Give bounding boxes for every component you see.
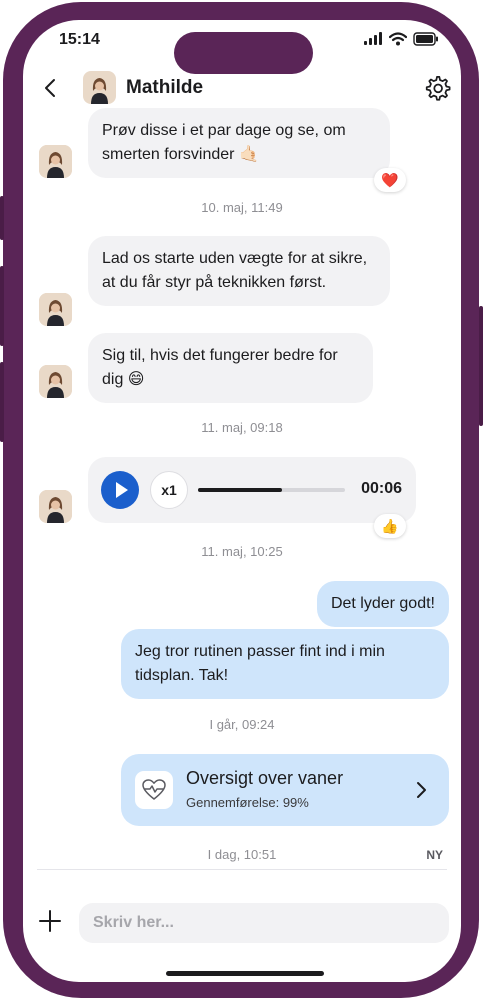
- gear-icon[interactable]: [423, 74, 451, 102]
- thumbs-up-reaction[interactable]: 👍: [374, 514, 406, 538]
- contact-name[interactable]: Mathilde: [126, 77, 203, 99]
- battery-icon: [413, 32, 438, 46]
- voice-message: x1 00:06: [88, 457, 416, 523]
- avatar: [39, 145, 72, 178]
- signal-icon: [364, 32, 382, 45]
- outgoing-message[interactable]: Det lyder godt!: [316, 581, 449, 627]
- habit-card-title: Oversigt over vaner: [186, 768, 344, 788]
- phone-screen: 15:14 Mathilde Prøv disse i et par dage …: [23, 20, 461, 982]
- incoming-message[interactable]: Sig til, hvis det fungerer bedre for dig…: [88, 333, 373, 403]
- side-button: [0, 196, 4, 240]
- voice-duration: 00:06: [361, 480, 402, 497]
- play-icon: [116, 482, 128, 498]
- chevron-right-icon: [417, 782, 426, 798]
- play-button[interactable]: [101, 471, 139, 509]
- timestamp: I går, 09:24: [209, 717, 275, 732]
- heart-pulse-icon: [135, 771, 173, 809]
- plus-icon[interactable]: [37, 908, 63, 934]
- playback-speed-button[interactable]: x1: [150, 471, 188, 509]
- power-button: [479, 306, 483, 426]
- volume-up-button: [0, 266, 4, 346]
- incoming-message[interactable]: Lad os starte uden vægte for at sikre, a…: [88, 236, 390, 306]
- wifi-icon: [389, 32, 407, 46]
- chat-header: Mathilde: [23, 68, 461, 108]
- new-badge: NY: [426, 848, 443, 862]
- voice-progress-bar[interactable]: [198, 488, 345, 492]
- divider: [37, 869, 447, 870]
- status-time: 15:14: [59, 31, 100, 48]
- timestamp: 11. maj, 09:18: [201, 420, 283, 435]
- timestamp: I dag, 10:51: [207, 847, 277, 862]
- avatar[interactable]: [83, 71, 116, 104]
- voice-progress-fill: [198, 488, 282, 492]
- timestamp: 10. maj, 11:49: [201, 200, 283, 215]
- habit-overview-card[interactable]: Oversigt over vaner Gennemførelse: 99%: [121, 754, 449, 826]
- avatar: [39, 293, 72, 326]
- avatar: [39, 490, 72, 523]
- back-icon[interactable]: [39, 76, 63, 100]
- habit-card-subtitle: Gennemførelse: 99%: [186, 795, 309, 810]
- home-indicator: [166, 971, 324, 976]
- timestamp: 11. maj, 10:25: [201, 544, 283, 559]
- status-icons: [363, 32, 439, 46]
- incoming-message[interactable]: Prøv disse i et par dage og se, om smert…: [88, 108, 390, 178]
- volume-down-button: [0, 362, 4, 442]
- outgoing-message[interactable]: Jeg tror rutinen passer fint ind i min t…: [121, 629, 449, 699]
- heart-reaction[interactable]: ❤️: [374, 168, 406, 192]
- message-input[interactable]: [79, 903, 449, 943]
- avatar: [39, 365, 72, 398]
